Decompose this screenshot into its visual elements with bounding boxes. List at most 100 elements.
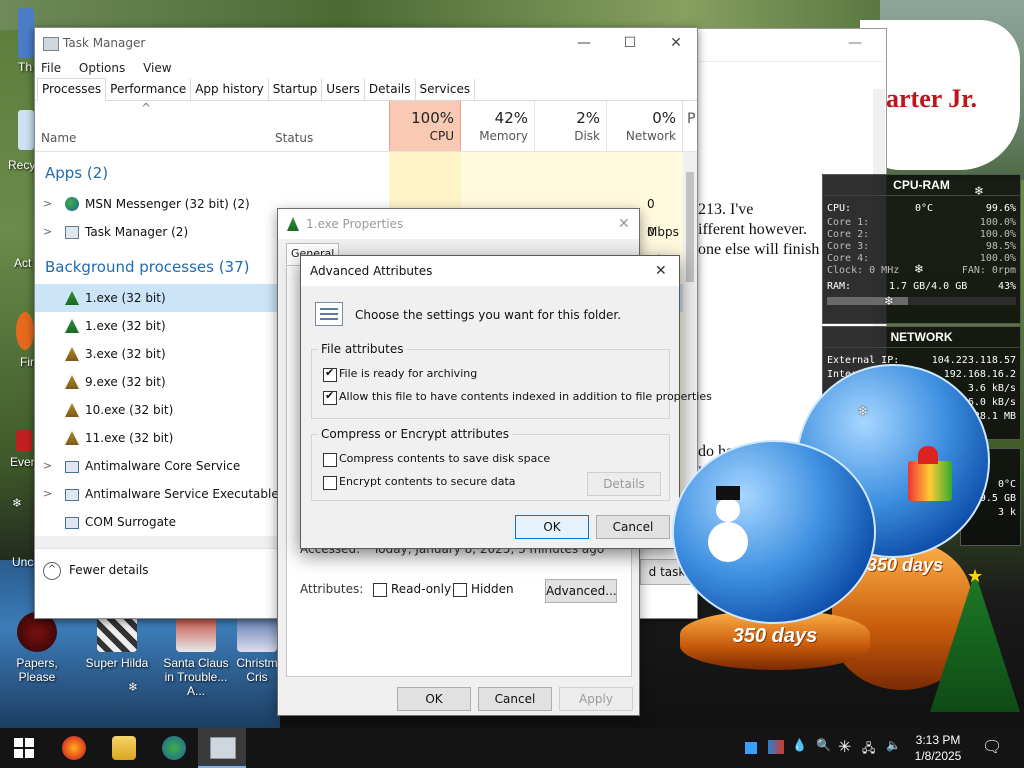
process-name: 11.exe (32 bit) (85, 431, 174, 445)
snowflake-icon: ❄ (974, 184, 985, 198)
core-label: Core 4: (827, 253, 870, 264)
internal-ip-value: 192.168.16.2 (943, 369, 1016, 380)
clock-time: 3:13 PM (915, 733, 961, 747)
close-button[interactable]: ✕ (618, 209, 630, 239)
tab-processes[interactable]: Processes (37, 78, 107, 101)
maximize-button[interactable]: ☐ (607, 28, 653, 58)
minimize-icon[interactable]: — (848, 35, 862, 51)
start-windows-icon[interactable] (14, 738, 34, 758)
hidden-checkbox[interactable] (453, 583, 467, 597)
compress-checkbox[interactable] (323, 453, 337, 467)
cpu-ram-gadget[interactable]: CPU-RAM CPU: 0°C 99.6% Core 1: 100.0% Cor… (822, 174, 1021, 324)
advanced-titlebar[interactable]: Advanced Attributes ✕ (301, 256, 679, 286)
cpu-value: 99.6% (985, 203, 1016, 214)
column-status[interactable]: Status (275, 131, 313, 145)
task-manager-titlebar[interactable]: Task Manager — ☐ ✕ (35, 28, 697, 58)
desktop-icon-label: Christm Cris (236, 656, 278, 684)
task-manager-taskbar-button[interactable] (198, 728, 246, 768)
expand-chevron-icon[interactable]: > (43, 190, 52, 218)
tab-services[interactable]: Services (416, 79, 476, 100)
index-label: Allow this file to have contents indexed… (339, 390, 712, 403)
desktop-icon-label: Super Hilda (85, 656, 149, 670)
background-text-line: 213. I've (698, 201, 754, 218)
recycle-bin-icon[interactable] (18, 110, 34, 150)
process-name: 10.exe (32 bit) (85, 403, 174, 417)
file-explorer-icon[interactable] (112, 736, 136, 760)
column-disk[interactable]: 2% Disk (535, 101, 607, 151)
encrypt-checkbox[interactable] (323, 476, 337, 490)
background-window-titlebar[interactable]: — (698, 29, 886, 62)
column-name[interactable]: Name (41, 131, 76, 145)
menu-file[interactable]: File (41, 61, 61, 75)
tray-snow-icon[interactable]: ✳ (838, 737, 851, 757)
tab-users[interactable]: Users (322, 79, 365, 100)
column-power[interactable]: P (687, 111, 695, 127)
tab-details[interactable]: Details (365, 79, 416, 100)
desktop-icon-papers-please[interactable]: Papers, Please (2, 612, 72, 684)
advanced-button[interactable]: Advanced... (545, 579, 617, 603)
task-manager-icon (210, 737, 236, 759)
service-icon (65, 517, 79, 529)
ram-line: RAM: 1.7 GB/4.0 GB 43% (827, 281, 1016, 293)
column-network[interactable]: 0% Network (607, 101, 683, 151)
firefox-icon[interactable] (62, 736, 86, 760)
apply-button[interactable]: Apply (559, 687, 633, 711)
fewer-details-chevron-icon[interactable]: ^ (43, 562, 61, 580)
core-line: Core 3: 98.5% (827, 241, 1016, 253)
tab-performance[interactable]: Performance (106, 79, 192, 100)
minimize-button[interactable]: — (561, 28, 607, 58)
process-name: Antimalware Core Service (85, 459, 241, 473)
expand-chevron-icon[interactable]: > (43, 452, 52, 480)
left-snow-globe[interactable] (672, 440, 876, 624)
process-name: MSN Messenger (32 bit) (2) (85, 197, 250, 211)
rate-value: 3.6 kB/s (967, 383, 1016, 394)
advanced-attributes-dialog[interactable]: Advanced Attributes ✕ Choose the setting… (300, 255, 712, 549)
tab-startup[interactable]: Startup (269, 79, 323, 100)
index-checkbox[interactable] (323, 389, 337, 405)
expand-chevron-icon[interactable]: > (43, 480, 52, 508)
details-button[interactable]: Details (587, 472, 661, 496)
fewer-details-link[interactable]: Fewer details (69, 563, 149, 577)
core-line: Core 2: 100.0% (827, 229, 1016, 241)
desktop-icon-santa-claus[interactable]: Santa Claus in Trouble... A... (158, 612, 234, 698)
archive-checkbox[interactable] (323, 366, 337, 382)
tray-search-icon[interactable]: 🔍 (816, 738, 831, 752)
close-button[interactable]: ✕ (653, 28, 699, 58)
ram-bar (827, 297, 1016, 305)
tray-app-icon[interactable] (745, 742, 757, 754)
ok-button[interactable]: OK (397, 687, 471, 711)
column-memory[interactable]: 42% Memory (461, 101, 535, 151)
desktop-icon-1[interactable] (18, 8, 34, 58)
service-icon (65, 489, 79, 501)
file-attributes-group (311, 349, 670, 419)
snowflake-icon: ❄ (858, 404, 869, 418)
menu-bar: File Options View (35, 58, 697, 78)
properties-titlebar[interactable]: 1.exe Properties ✕ (278, 209, 639, 239)
volume-icon[interactable]: 🔈 (886, 738, 901, 752)
cancel-button[interactable]: Cancel (596, 515, 670, 539)
archive-label: File is ready for archiving (339, 367, 478, 380)
scrollbar-thumb[interactable] (686, 172, 694, 282)
tray-app-icon[interactable] (768, 740, 784, 754)
tray-drop-icon[interactable]: 💧 (792, 738, 807, 752)
firefox-icon[interactable] (16, 312, 34, 350)
desktop-icon-christmas[interactable]: Christm Cris (234, 612, 280, 684)
tab-app-history[interactable]: App history (191, 79, 269, 100)
ram-value: 1.7 GB/4.0 GB (889, 281, 968, 292)
desktop-icon-ever[interactable] (16, 430, 32, 452)
readonly-checkbox[interactable] (373, 583, 387, 597)
desktop-icon-super-hilda[interactable]: Super Hilda (82, 612, 152, 670)
core-label: Core 2: (827, 229, 870, 240)
expand-chevron-icon[interactable]: > (43, 218, 52, 246)
ok-button[interactable]: OK (515, 515, 589, 539)
msn-messenger-icon[interactable] (162, 736, 186, 760)
cancel-button[interactable]: Cancel (478, 687, 552, 711)
menu-options[interactable]: Options (79, 61, 125, 75)
network-icon[interactable]: 🖧 (862, 739, 875, 760)
close-button[interactable]: ✕ (655, 256, 667, 286)
intro-text: Choose the settings you want for this fo… (355, 308, 622, 322)
column-cpu[interactable]: 100% CPU (389, 101, 461, 151)
action-center-icon[interactable]: 🗨 (982, 737, 1002, 757)
clock[interactable]: 3:13 PM 1/8/2025 (908, 732, 968, 764)
menu-view[interactable]: View (143, 61, 171, 75)
